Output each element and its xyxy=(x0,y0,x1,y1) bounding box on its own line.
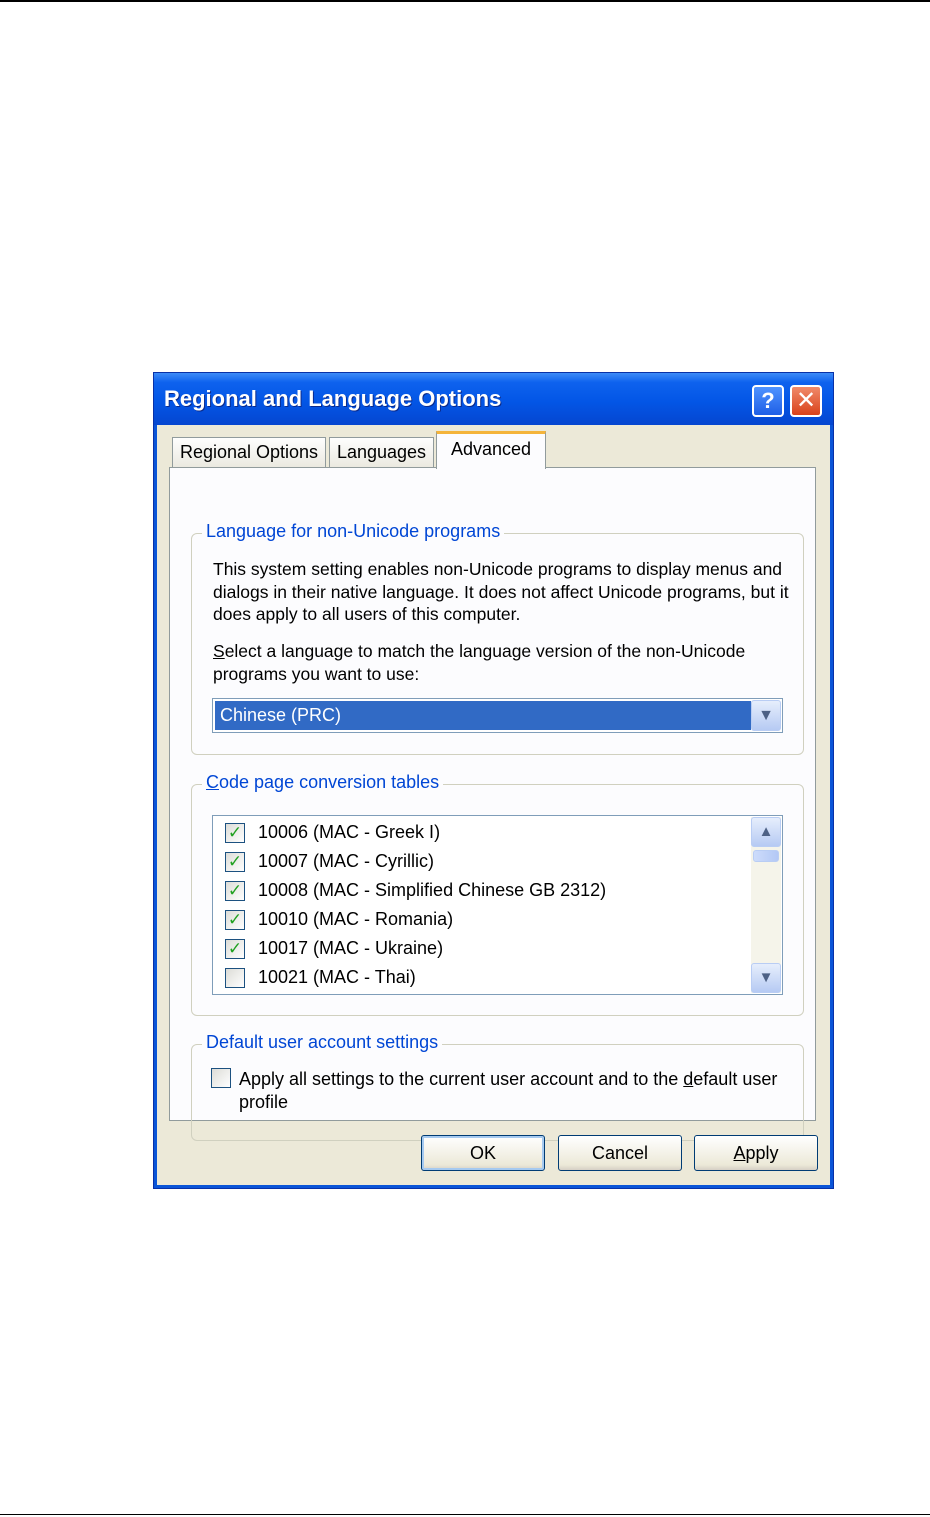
scroll-up-button[interactable]: ▲ xyxy=(751,817,781,847)
apply-all-label: Apply all settings to the current user a… xyxy=(239,1068,779,1113)
code-page-label: 10021 (MAC - Thai) xyxy=(258,967,416,987)
code-page-label: 10006 (MAC - Greek I) xyxy=(258,822,441,842)
checkbox-checked[interactable]: ✓ xyxy=(225,852,245,872)
regional-language-options-dialog: Regional and Language Options ? ✕ Region… xyxy=(153,372,834,1189)
page-top-rule xyxy=(0,0,930,2)
code-page-legend-text: ode page conversion tables xyxy=(219,772,440,792)
close-button[interactable]: ✕ xyxy=(790,385,822,417)
non-unicode-description: This system setting enables non-Unicode … xyxy=(213,559,789,624)
default-account-group: Default user account settings Apply all … xyxy=(191,1032,804,1141)
apply-all-text: Apply all settings to the current user a… xyxy=(239,1069,684,1089)
selected-language-value: Chinese (PRC) xyxy=(215,701,751,730)
tab-regional-options[interactable]: Regional Options xyxy=(172,437,326,467)
title-bar[interactable]: Regional and Language Options ? ✕ xyxy=(154,373,833,425)
apply-button-text: pply xyxy=(745,1143,779,1163)
scroll-thumb[interactable] xyxy=(753,850,779,862)
dropdown-arrow-button[interactable]: ▼ xyxy=(751,700,781,731)
window-title: Regional and Language Options xyxy=(164,386,502,411)
ok-button[interactable]: OK xyxy=(421,1135,545,1171)
checkbox-checked[interactable]: ✓ xyxy=(225,823,245,843)
chevron-down-icon: ▼ xyxy=(758,707,774,724)
checkbox-checked[interactable]: ✓ xyxy=(225,910,245,930)
help-button[interactable]: ? xyxy=(752,385,784,417)
code-page-group-legend: Code page conversion tables xyxy=(202,772,444,793)
check-icon: ✓ xyxy=(227,939,243,958)
non-unicode-language-dropdown[interactable]: Chinese (PRC) ▼ xyxy=(212,698,783,733)
check-icon: ✓ xyxy=(227,823,243,842)
code-page-group: Code page conversion tables ✓ 10006 (MAC… xyxy=(191,772,804,1016)
default-account-group-legend: Default user account settings xyxy=(202,1032,443,1053)
help-icon: ? xyxy=(761,388,775,413)
dialog-client-area: Regional Options Languages Advanced Lang… xyxy=(157,425,830,1185)
code-page-list[interactable]: ✓ 10006 (MAC - Greek I) ✓ 10007 (MAC - C… xyxy=(212,815,783,995)
cancel-button[interactable]: Cancel xyxy=(558,1135,682,1171)
language-select-prompt: Select a language to match the language … xyxy=(213,640,793,685)
advanced-tab-panel: Language for non-Unicode programs This s… xyxy=(169,467,816,1141)
checkbox-checked[interactable]: ✓ xyxy=(225,881,245,901)
apply-button[interactable]: Apply xyxy=(694,1135,818,1171)
chevron-down-icon: ▼ xyxy=(758,969,774,986)
non-unicode-group-legend: Language for non-Unicode programs xyxy=(202,521,505,542)
code-page-label: 10008 (MAC - Simplified Chinese GB 2312) xyxy=(258,880,607,900)
checkbox-checked[interactable]: ✓ xyxy=(225,939,245,959)
page-bottom-rule xyxy=(0,1514,930,1515)
check-icon: ✓ xyxy=(227,881,243,900)
checkbox-unchecked[interactable] xyxy=(225,968,245,988)
code-page-label: 10007 (MAC - Cyrillic) xyxy=(258,851,435,871)
prompt-text: elect a language to match the language v… xyxy=(213,641,746,684)
code-page-label: 10017 (MAC - Ukraine) xyxy=(258,938,444,958)
prompt-access-key: S xyxy=(213,641,225,661)
check-icon: ✓ xyxy=(227,852,243,871)
check-icon: ✓ xyxy=(227,910,243,929)
chevron-up-icon: ▲ xyxy=(758,823,774,840)
tab-advanced[interactable]: Advanced xyxy=(436,431,546,469)
scroll-down-button[interactable]: ▼ xyxy=(751,963,781,993)
apply-all-checkbox[interactable] xyxy=(211,1068,231,1088)
apply-access-key: A xyxy=(733,1143,746,1163)
close-icon: ✕ xyxy=(795,387,817,414)
list-scrollbar[interactable]: ▲ ▼ xyxy=(751,817,781,993)
apply-all-access-key: d xyxy=(683,1069,694,1089)
non-unicode-language-group: Language for non-Unicode programs This s… xyxy=(191,521,804,755)
tab-languages[interactable]: Languages xyxy=(329,437,434,467)
code-page-access-key: C xyxy=(206,772,219,792)
code-page-label: 10010 (MAC - Romania) xyxy=(258,909,454,929)
